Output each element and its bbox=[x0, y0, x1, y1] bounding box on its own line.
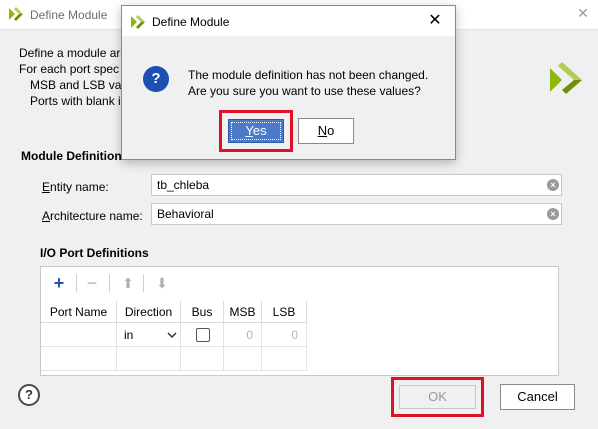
description-line-4: Ports with blank i bbox=[30, 94, 121, 108]
description-line-3: MSB and LSB va bbox=[30, 78, 122, 92]
port-name-cell[interactable] bbox=[41, 323, 117, 347]
dialog-close-icon[interactable]: ✕ bbox=[425, 12, 445, 30]
plus-icon[interactable]: + bbox=[50, 274, 68, 292]
empty-cell bbox=[262, 347, 307, 371]
msb-cell[interactable]: 0 bbox=[224, 323, 262, 347]
direction-value: in bbox=[124, 328, 134, 342]
architecture-name-input[interactable]: Behavioral × bbox=[151, 203, 562, 225]
port-table-panel: + − ⬆ ⬇ Port Name Direction Bus MSB LSB … bbox=[40, 266, 559, 376]
column-header-lsb[interactable]: LSB bbox=[262, 301, 307, 323]
no-button[interactable]: No bbox=[298, 118, 354, 144]
vivado-logo-icon bbox=[131, 15, 145, 29]
lsb-cell[interactable]: 0 bbox=[262, 323, 307, 347]
empty-cell bbox=[41, 347, 117, 371]
cancel-button[interactable]: Cancel bbox=[500, 384, 575, 410]
dialog-message-line-2: Are you sure you want to use these value… bbox=[188, 84, 421, 98]
empty-cell bbox=[117, 347, 181, 371]
vivado-brand-logo-icon bbox=[550, 62, 582, 94]
entity-clear-icon[interactable]: × bbox=[547, 179, 559, 191]
column-header-msb[interactable]: MSB bbox=[224, 301, 262, 323]
arrow-up-icon[interactable]: ⬆ bbox=[119, 274, 137, 292]
description-line-1: Define a module ar bbox=[19, 46, 121, 60]
architecture-clear-icon[interactable]: × bbox=[547, 208, 559, 220]
dialog-title: Define Module bbox=[152, 15, 230, 29]
arrow-down-icon[interactable]: ⬇ bbox=[153, 274, 171, 292]
chevron-down-icon bbox=[167, 332, 177, 339]
entity-name-input[interactable]: tb_chleba × bbox=[151, 174, 562, 196]
toolbar-divider bbox=[109, 274, 110, 292]
column-header-bus[interactable]: Bus bbox=[181, 301, 224, 323]
dialog-titlebar: Define Module ✕ bbox=[122, 6, 455, 36]
empty-cell bbox=[181, 347, 224, 371]
toolbar-divider bbox=[76, 274, 77, 292]
confirm-dialog: Define Module ✕ ? The module definition … bbox=[121, 5, 456, 160]
vivado-logo-icon bbox=[9, 7, 23, 21]
io-port-definitions-heading: I/O Port Definitions bbox=[40, 246, 149, 260]
yes-button[interactable]: Yes bbox=[228, 119, 284, 143]
ok-button-highlight bbox=[391, 377, 484, 417]
description-line-2: For each port spec bbox=[19, 62, 120, 76]
bus-checkbox[interactable] bbox=[196, 328, 210, 342]
architecture-name-label: Architecture name: bbox=[42, 209, 143, 223]
column-header-port-name[interactable]: Port Name bbox=[41, 301, 117, 323]
architecture-name-value: Behavioral bbox=[157, 207, 214, 221]
dialog-message-line-1: The module definition has not been chang… bbox=[188, 68, 429, 82]
bus-cell bbox=[181, 323, 224, 347]
toolbar-divider bbox=[143, 274, 144, 292]
entity-name-value: tb_chleba bbox=[157, 178, 210, 192]
empty-cell bbox=[224, 347, 262, 371]
question-icon: ? bbox=[143, 66, 169, 92]
module-definition-heading: Module Definition bbox=[21, 149, 122, 163]
minus-icon[interactable]: − bbox=[83, 274, 101, 292]
column-header-direction[interactable]: Direction bbox=[117, 301, 181, 323]
direction-select[interactable]: in bbox=[117, 323, 181, 347]
window-title: Define Module bbox=[30, 8, 108, 22]
window-close-icon[interactable]: ✕ bbox=[575, 5, 591, 21]
help-icon[interactable]: ? bbox=[18, 384, 40, 406]
entity-name-label: Entity name: bbox=[42, 180, 109, 194]
